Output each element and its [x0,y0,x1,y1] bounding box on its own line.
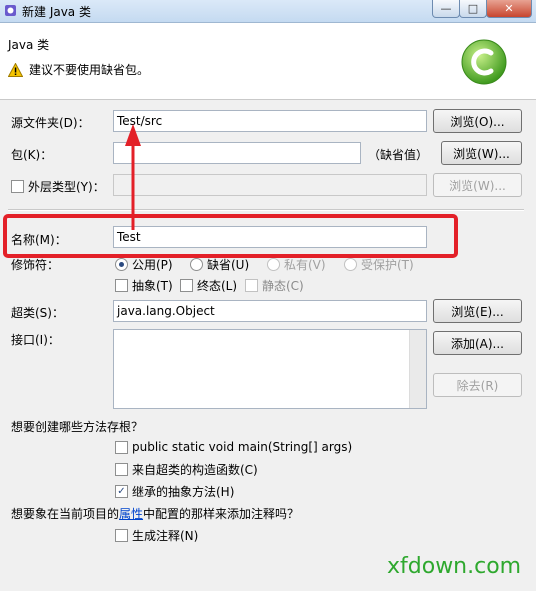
radio-dot [190,258,203,271]
checkbox-box [245,279,258,292]
browse-enclosing-button[interactable]: 浏览(W)... [433,173,522,197]
checkbox-box [180,279,193,292]
source-folder-label: 源文件夹(D)： [11,116,90,130]
radio-dot [115,258,128,271]
new-class-logo-icon [461,39,507,85]
properties-link[interactable]: 属性 [119,507,143,521]
interfaces-label: 接口(I)： [11,333,60,347]
main-method-checkbox[interactable]: public static void main(String[] args) [115,440,352,454]
browse-source-button[interactable]: 浏览(O)... [433,109,522,133]
warning-message: 建议不要使用缺省包。 [8,61,149,78]
stubs-question: 想要创建哪些方法存根？ [11,420,144,434]
modifier-public-radio[interactable]: 公用(P) [115,256,173,273]
checkbox-label: 来自超类的构造函数(C) [132,463,258,477]
radio-label: 私有(V) [284,258,326,272]
enclosing-type-input[interactable] [113,174,427,196]
comments-question: 想要象在当前项目的属性中配置的那样来添加注释吗？ [11,505,299,522]
package-input[interactable] [113,142,361,164]
modifier-protected-radio[interactable]: 受保护(T) [344,256,414,273]
source-folder-input[interactable]: Test/src [113,110,427,132]
maximize-button[interactable]: □ [459,0,487,18]
package-default-hint: （缺省值） [368,148,429,162]
checkbox-label: 继承的抽象方法(H) [132,485,235,499]
browse-package-button[interactable]: 浏览(W)... [441,141,522,165]
checkbox-label: 静态(C) [262,279,304,293]
superclass-input[interactable]: java.lang.Object [113,300,427,322]
radio-label: 缺省(U) [207,258,250,272]
window-title: 新建 Java 类 [22,5,91,19]
window-icon [5,5,16,16]
generate-comments-checkbox[interactable]: 生成注释(N) [115,527,198,544]
checkbox-label: 终态(L) [197,279,238,293]
highlight-box [3,214,458,258]
superclass-label: 超类(S)： [11,306,64,320]
checkbox-label: 抽象(T) [132,279,173,293]
annotation-arrow-icon [125,124,141,230]
minimize-button[interactable]: — [432,0,460,18]
modifier-private-radio[interactable]: 私有(V) [267,256,326,273]
check-mark-icon: ✓ [115,485,128,498]
checkbox-box [115,463,128,476]
final-checkbox[interactable]: 终态(L) [180,277,237,294]
package-label: 包(K)： [11,148,53,162]
wizard-header: Java 类 建议不要使用缺省包。 [0,23,536,100]
browse-superclass-button[interactable]: 浏览(E)... [433,299,522,323]
checkbox-box [115,529,128,542]
radio-dot [344,258,357,271]
constructors-checkbox[interactable]: 来自超类的构造函数(C) [115,461,258,478]
interfaces-scrollbar[interactable] [409,330,426,408]
close-button[interactable]: ✕ [486,0,532,18]
checkbox-box [115,440,128,454]
radio-label: 公用(P) [132,258,173,272]
checkbox-box [11,180,24,193]
page-title: Java 类 [8,38,50,52]
warning-text: 建议不要使用缺省包。 [29,63,150,77]
modifiers-label: 修饰符： [11,258,60,272]
inherited-abstract-checkbox[interactable]: ✓ 继承的抽象方法(H) [115,483,234,500]
checkbox-label: 生成注释(N) [132,529,199,543]
static-checkbox[interactable]: 静态(C) [245,277,304,294]
abstract-checkbox[interactable]: 抽象(T) [115,277,173,294]
add-interface-button[interactable]: 添加(A)... [433,331,522,355]
title-bar: 新建 Java 类 — □ ✕ [0,0,536,23]
enclosing-type-label: 外层类型(Y)： [28,180,105,194]
warning-icon [8,62,23,77]
comments-question-text: 想要象在当前项目的 [11,507,120,521]
watermark: xfdown.com [387,554,522,579]
radio-label: 受保护(T) [361,258,414,272]
interfaces-list[interactable] [113,329,427,409]
checkbox-label: public static void main(String[] args) [132,440,353,454]
comments-question-text: 中配置的那样来添加注释吗？ [143,507,300,521]
remove-interface-button[interactable]: 除去(R) [433,373,522,397]
separator [8,209,524,211]
radio-dot [267,258,280,271]
enclosing-type-checkbox[interactable]: 外层类型(Y)： [11,178,105,195]
modifier-default-radio[interactable]: 缺省(U) [190,256,249,273]
checkbox-box [115,279,128,292]
